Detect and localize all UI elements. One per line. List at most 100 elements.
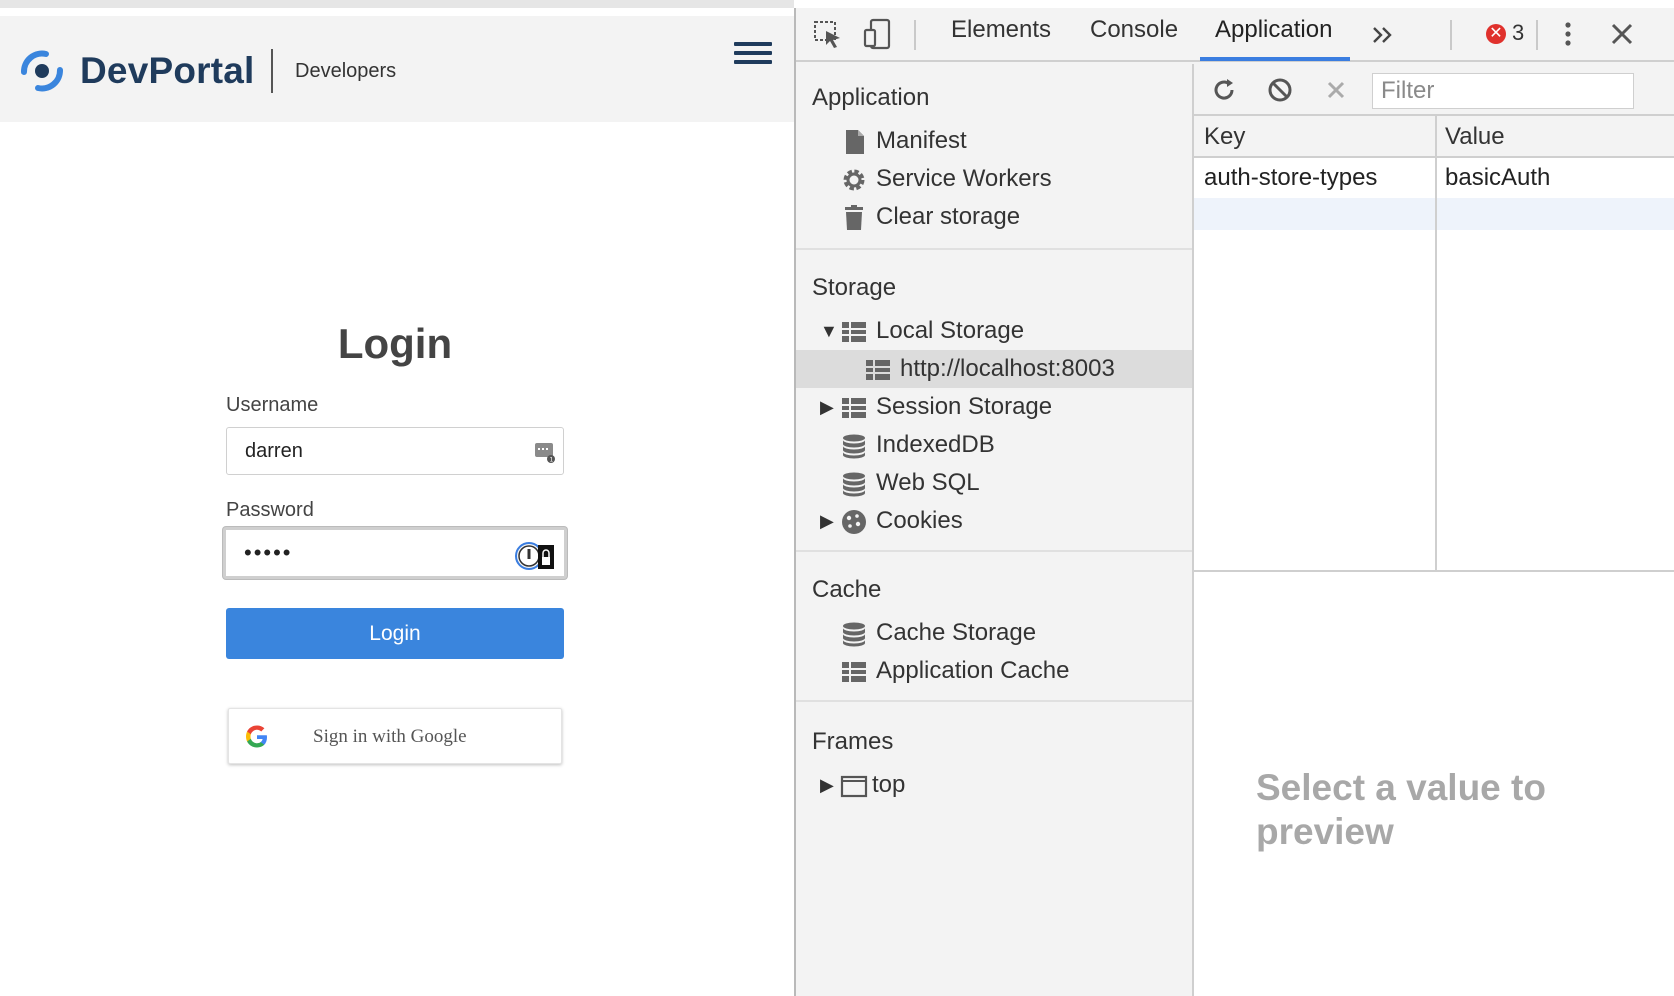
sidebar-item-label: Service Workers <box>876 165 1052 192</box>
sidebar-item-manifest[interactable]: Manifest <box>796 122 1192 160</box>
expand-arrow-open-icon[interactable]: ▼ <box>820 321 838 342</box>
brand-name[interactable]: DevPortal <box>80 50 255 92</box>
google-signin-button[interactable]: Sign in with Google <box>228 708 562 764</box>
sidebar-item-clear-storage[interactable]: Clear storage <box>796 198 1192 236</box>
sidebar-item-label: Web SQL <box>876 469 980 496</box>
login-title: Login <box>337 320 453 367</box>
more-tabs-chevron-icon[interactable] <box>1368 20 1398 50</box>
devtools-panel: Elements Console Application ✕ 3 Applicat… <box>794 8 1674 996</box>
sidebar-item-web-sql[interactable]: Web SQL <box>796 464 1192 502</box>
section-title-storage: Storage <box>812 274 897 301</box>
close-icon[interactable] <box>1606 18 1638 50</box>
database-icon <box>843 472 865 497</box>
menu-icon-bar <box>734 42 772 46</box>
key-value-table: Key Value auth-store-types basicAuth <box>1194 116 1674 572</box>
devtools-toolbar: Elements Console Application ✕ 3 <box>796 8 1674 62</box>
gear-icon <box>843 169 865 191</box>
site-header: DevPortal Developers <box>0 16 794 122</box>
password-label: Password <box>226 499 314 521</box>
column-divider[interactable] <box>1435 116 1437 572</box>
row-key: auth-store-types <box>1204 164 1378 191</box>
expand-arrow-icon[interactable]: ▶ <box>820 511 834 532</box>
autofill-key-icon[interactable]: 1 <box>534 440 556 464</box>
frame-window-icon <box>840 775 868 798</box>
sidebar-item-localhost-origin[interactable]: http://localhost:8003 <box>796 350 1192 388</box>
filter-input[interactable] <box>1372 73 1634 109</box>
menu-icon-bar <box>734 51 772 55</box>
empty-table-row[interactable] <box>1194 198 1674 230</box>
section-title-application: Application <box>812 84 930 111</box>
clear-all-icon[interactable] <box>1264 74 1296 106</box>
column-header-key[interactable]: Key <box>1204 123 1245 151</box>
sidebar-item-label: Local Storage <box>876 317 1025 344</box>
refresh-icon[interactable] <box>1208 74 1240 106</box>
table-grid-icon <box>866 360 890 380</box>
tab-elements[interactable]: Elements <box>951 16 1051 56</box>
inspect-element-icon[interactable] <box>812 18 844 50</box>
section-title-frames: Frames <box>812 728 894 755</box>
sidebar-item-label: Cookies <box>876 507 963 534</box>
brand-subtitle[interactable]: Developers <box>295 60 396 83</box>
trash-icon <box>845 205 863 230</box>
sidebar-item-frame-top[interactable]: ▶ top <box>796 766 1192 804</box>
sidebar-separator <box>796 248 1192 250</box>
kebab-menu-icon[interactable] <box>1552 18 1584 50</box>
toolbar-separator <box>1450 20 1452 50</box>
table-row[interactable]: auth-store-types basicAuth <box>1194 158 1674 198</box>
sidebar-item-label: top <box>872 771 906 798</box>
sidebar-item-local-storage[interactable]: ▼ Local Storage <box>796 312 1192 350</box>
table-grid-icon <box>842 398 866 418</box>
sidebar-item-cookies[interactable]: ▶ Cookies <box>796 502 1192 540</box>
sidebar-item-application-cache[interactable]: Application Cache <box>796 652 1192 690</box>
delete-selected-icon[interactable] <box>1320 74 1352 106</box>
application-sidebar: Application Manifest Service Workers Cle… <box>796 64 1194 996</box>
preview-placeholder: Select a value to preview <box>1256 767 1546 852</box>
sidebar-item-label: IndexedDB <box>876 431 995 458</box>
database-icon <box>843 622 865 647</box>
password-manager-icon[interactable] <box>514 539 558 573</box>
svg-text:1: 1 <box>550 457 554 464</box>
device-toolbar-icon[interactable] <box>862 18 894 50</box>
sidebar-item-label: Application Cache <box>876 657 1070 684</box>
table-grid-icon <box>842 662 866 682</box>
sidebar-separator <box>796 700 1192 702</box>
menu-icon[interactable] <box>734 40 772 76</box>
toolbar-separator <box>1536 20 1538 50</box>
sidebar-item-service-workers[interactable]: Service Workers <box>796 160 1192 198</box>
toolbar-separator <box>914 20 916 50</box>
error-count: 3 <box>1512 20 1525 45</box>
tab-console[interactable]: Console <box>1090 16 1178 56</box>
document-icon <box>846 130 864 154</box>
database-icon <box>843 434 865 459</box>
sidebar-item-cache-storage[interactable]: Cache Storage <box>796 614 1192 652</box>
login-button[interactable]: Login <box>226 608 564 659</box>
sidebar-item-label: Cache Storage <box>876 619 1037 646</box>
row-value: basicAuth <box>1445 164 1551 191</box>
sidebar-item-session-storage[interactable]: ▶ Session Storage <box>796 388 1192 426</box>
sidebar-item-indexeddb[interactable]: IndexedDB <box>796 426 1192 464</box>
username-input[interactable] <box>226 427 564 475</box>
devportal-logo-icon[interactable] <box>16 46 68 96</box>
google-signin-label: Sign in with Google <box>313 726 467 747</box>
error-count-badge[interactable]: ✕ 3 <box>1486 20 1524 50</box>
sidebar-item-label: Session Storage <box>876 393 1053 420</box>
storage-pane: Key Value auth-store-types basicAuth Sel… <box>1194 64 1674 996</box>
cookie-icon <box>842 510 866 534</box>
error-icon: ✕ <box>1486 24 1506 45</box>
section-title-cache: Cache <box>812 576 882 603</box>
expand-arrow-icon[interactable]: ▶ <box>820 775 834 796</box>
sidebar-item-label: Clear storage <box>876 203 1021 230</box>
username-label: Username <box>226 394 319 416</box>
sidebar-item-label: http://localhost:8003 <box>900 355 1115 382</box>
menu-icon-bar <box>734 60 772 64</box>
storage-toolbar <box>1194 64 1674 116</box>
table-grid-icon <box>842 322 866 342</box>
brand-divider <box>271 49 273 93</box>
web-page: DevPortal Developers Login Username 1 Pa… <box>0 0 794 996</box>
column-header-value[interactable]: Value <box>1445 123 1505 151</box>
expand-arrow-icon[interactable]: ▶ <box>820 397 834 418</box>
table-header: Key Value <box>1194 116 1674 158</box>
google-logo-icon <box>246 725 267 748</box>
sidebar-item-label: Manifest <box>876 127 967 154</box>
tab-application[interactable]: Application <box>1215 16 1332 56</box>
